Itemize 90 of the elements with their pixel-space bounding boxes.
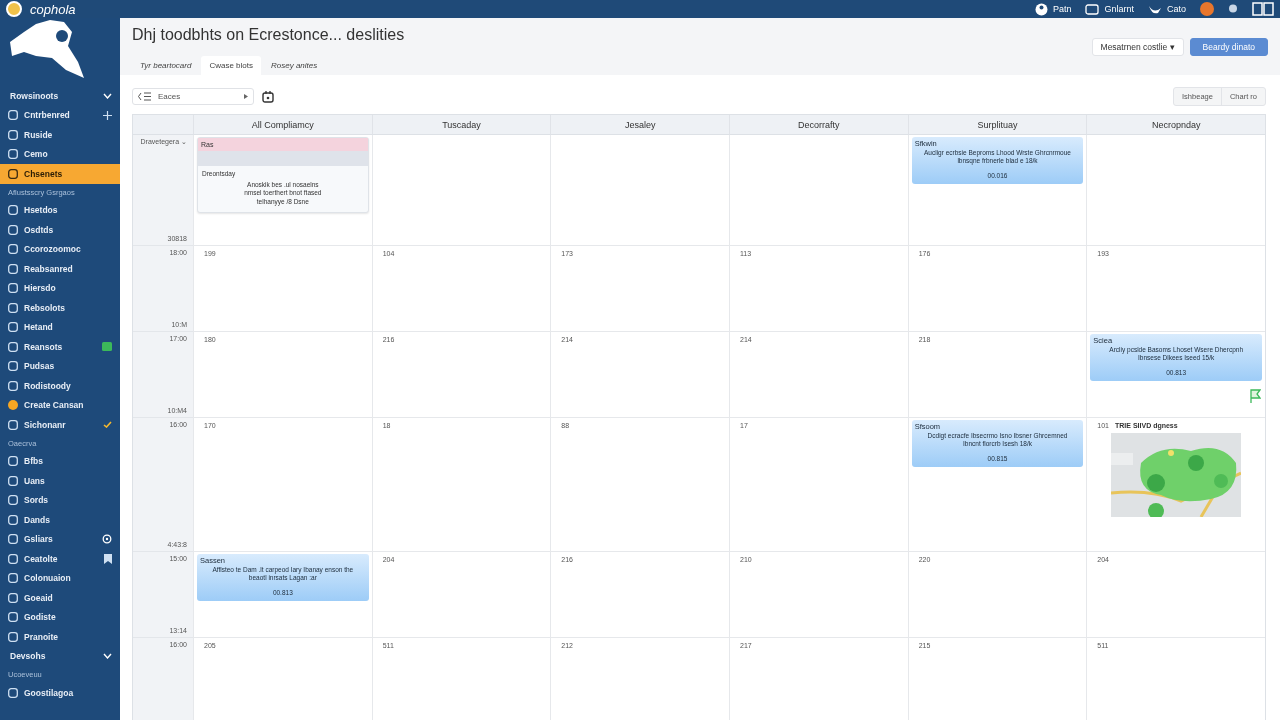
list-icon xyxy=(138,92,152,101)
nav-item[interactable]: Hsetdos xyxy=(0,200,120,220)
square-icon xyxy=(8,129,18,140)
column-header: All Compliamcy xyxy=(193,115,372,135)
nav-item[interactable]: Cntrbenred xyxy=(0,105,120,125)
filter-select[interactable]: Eaces xyxy=(132,88,254,105)
nav-item[interactable]: Ceatolte xyxy=(0,549,120,569)
nav-item[interactable]: Goostilagoa xyxy=(0,683,120,703)
nav-item[interactable]: Hetand xyxy=(0,317,120,337)
square-icon xyxy=(8,592,18,603)
top-bar-link[interactable]: Patn xyxy=(1034,2,1072,16)
nav-item[interactable]: Pranoite xyxy=(0,627,120,647)
day-cell[interactable] xyxy=(729,135,908,246)
nav-item[interactable]: Osdtds xyxy=(0,220,120,240)
check-icon xyxy=(103,421,112,429)
nav-item[interactable]: Rodistoody xyxy=(0,376,120,396)
nav-item[interactable]: Sichonanr xyxy=(0,415,120,435)
chevron-down-icon xyxy=(103,92,112,99)
square-icon xyxy=(8,456,18,467)
nav-item[interactable]: Godiste xyxy=(0,607,120,627)
nav-item[interactable]: Create Cansan xyxy=(0,395,120,415)
plus-icon xyxy=(103,110,112,120)
nav-item[interactable]: Goeaid xyxy=(0,588,120,608)
nav-item[interactable]: Colonuaion xyxy=(0,568,120,588)
square-icon xyxy=(8,341,18,352)
bookmark-icon xyxy=(104,553,112,564)
square-icon xyxy=(8,322,18,333)
nav-item[interactable]: Reansots xyxy=(0,337,120,357)
nav-group[interactable]: Rowsinoots xyxy=(0,86,120,106)
column-header: Surplituay xyxy=(907,115,1087,135)
square-icon xyxy=(8,224,18,235)
square-icon xyxy=(8,475,18,486)
day-cell[interactable] xyxy=(371,135,551,246)
top-bar-link[interactable]: Cato xyxy=(1148,3,1186,15)
nav-item[interactable]: Rebsolots xyxy=(0,298,120,318)
nav-group[interactable]: Devsohs xyxy=(0,646,120,666)
grid-icon[interactable] xyxy=(1252,2,1274,16)
square-icon xyxy=(8,205,18,216)
square-icon xyxy=(8,631,18,642)
nav-item[interactable]: Cemo xyxy=(0,144,120,164)
logo-icon xyxy=(6,1,24,17)
dropdown-button[interactable]: Mesatrnen costlie ▾ xyxy=(1091,38,1184,56)
square-icon xyxy=(8,283,18,294)
square-icon xyxy=(8,514,18,525)
square-icon xyxy=(8,110,18,121)
card-icon xyxy=(1085,3,1100,15)
tab[interactable]: Cwase blots xyxy=(201,56,261,75)
square-icon xyxy=(8,687,18,698)
square-icon xyxy=(8,263,18,274)
nav-item[interactable]: Ccorozoomoc xyxy=(0,239,120,259)
page-title: Dhj toodbhts on Ecrestonce... deslities xyxy=(132,26,405,44)
nav-item[interactable]: Chsenets xyxy=(0,164,120,184)
nav-item[interactable]: Ruside xyxy=(0,125,120,145)
square-icon xyxy=(8,149,18,160)
column-header: Necropnday xyxy=(1086,115,1265,135)
tab[interactable]: Tyr beartocard xyxy=(132,56,200,75)
square-icon xyxy=(8,612,18,623)
square-icon xyxy=(8,244,18,255)
nav-item[interactable]: Reabsanred xyxy=(0,259,120,279)
nav-item[interactable]: Dands xyxy=(0,510,120,530)
column-header: Jesaley xyxy=(550,115,729,135)
day-cell[interactable] xyxy=(1086,135,1265,246)
badge-icon xyxy=(102,342,112,352)
chevron-down-icon xyxy=(103,653,112,660)
nav-item[interactable]: Gsliars xyxy=(0,529,120,549)
square-icon xyxy=(8,573,18,584)
nav-item[interactable]: Hiersdo xyxy=(0,278,120,298)
nav-item[interactable]: Bfbs xyxy=(0,451,120,471)
square-icon xyxy=(8,419,18,430)
day-cell[interactable] xyxy=(550,135,729,246)
dot-icon xyxy=(8,400,18,411)
caret-icon xyxy=(244,94,248,99)
nav-item[interactable]: Pudsas xyxy=(0,356,120,376)
square-icon xyxy=(8,534,18,545)
square-icon xyxy=(8,361,18,372)
square-icon xyxy=(8,168,18,179)
column-header: Decorrafty xyxy=(729,115,908,135)
square-icon xyxy=(8,553,18,564)
tab[interactable]: Rosey anites xyxy=(263,56,326,75)
avatar-icon[interactable] xyxy=(1200,2,1214,16)
app-name: cophola xyxy=(30,1,76,17)
square-icon xyxy=(8,380,18,391)
gear-icon xyxy=(102,534,112,545)
calendar-icon[interactable] xyxy=(262,90,274,103)
column-header: Tuscaday xyxy=(371,115,551,135)
nav-item[interactable]: Uans xyxy=(0,471,120,491)
top-bar-link[interactable]: Gnlarnt xyxy=(1085,3,1134,15)
square-icon xyxy=(8,495,18,506)
square-icon xyxy=(8,302,18,313)
nav-item[interactable]: Sords xyxy=(0,490,120,510)
